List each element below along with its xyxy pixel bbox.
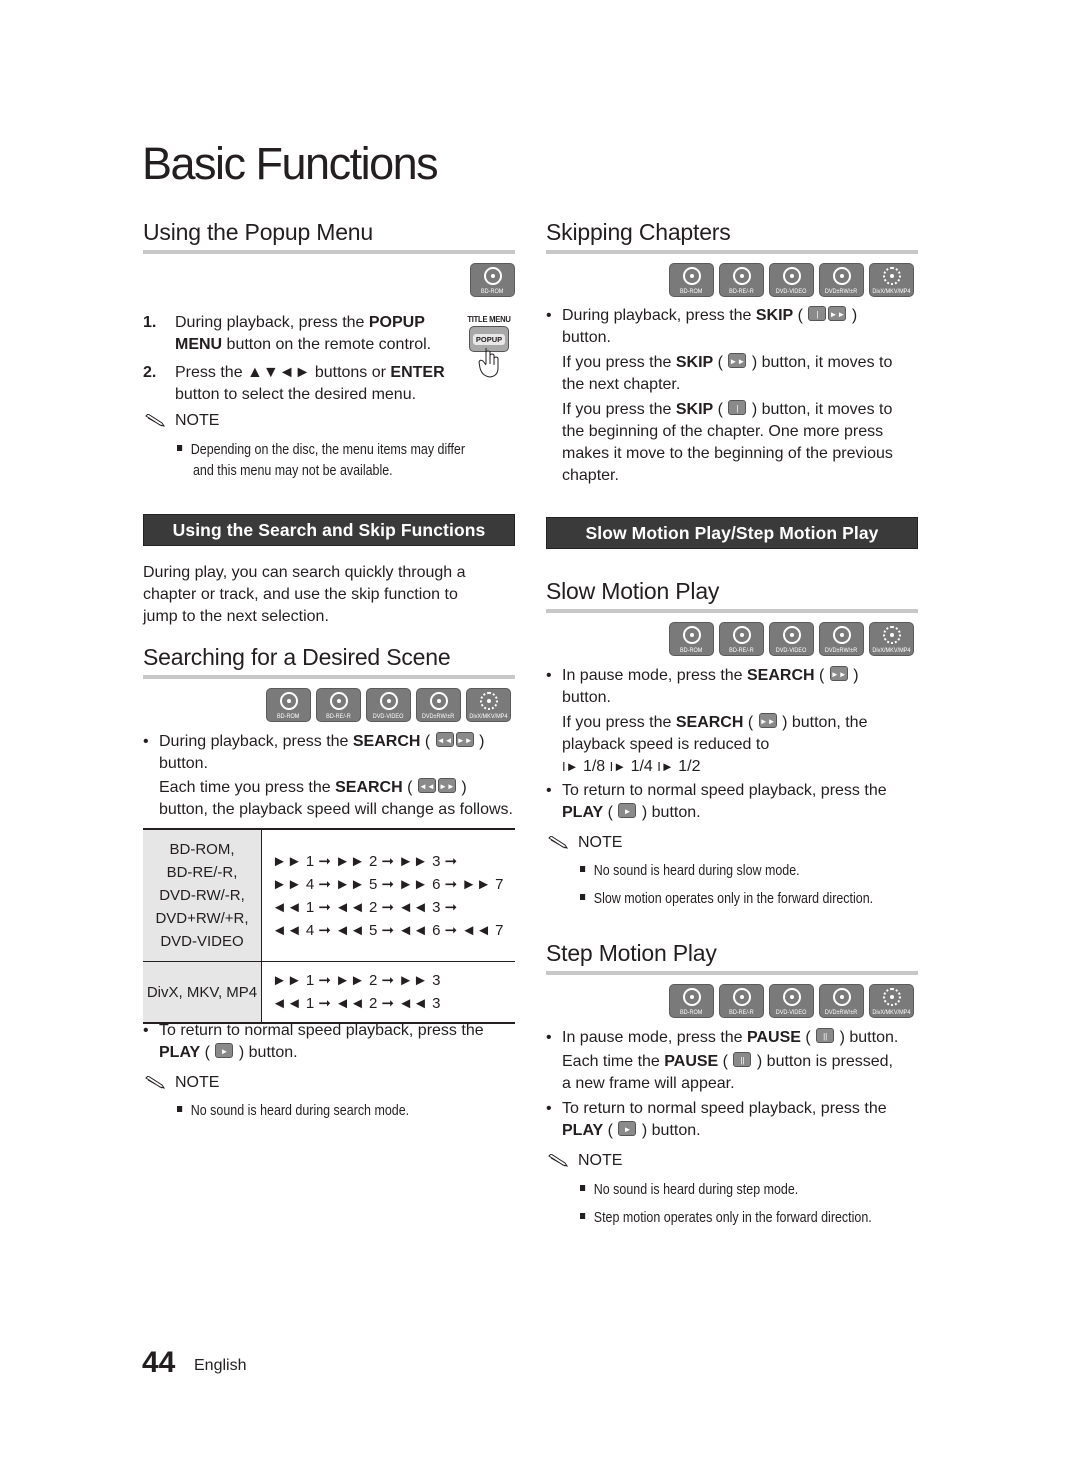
step-icon: I► [657,759,674,774]
pencil-note-icon [548,1154,569,1167]
bd-re-disc-icon: BD-RE/-R [719,984,764,1018]
note-header: NOTE [548,1152,622,1170]
step-icon: I► [609,759,627,774]
note-item: Depending on the disc, the menu items ma… [177,440,465,461]
dvd-video-disc-icon: DVD-VIDEO [366,688,411,722]
fast-forward-icon: ►► [829,666,848,682]
skip-forward-icon: ►►| [728,353,747,369]
bd-re-disc-icon: BD-RE/-R [316,688,361,722]
skip-back-icon: |◄◄ [728,400,747,428]
title-menu-label: TITLE MENU [467,314,511,324]
play-icon: ► [618,803,637,819]
format-cell: DivX, MKV, MP4 [143,961,262,1024]
dvd-rw-disc-icon: DVD±RW/±R [819,622,864,656]
search-bullet-2: • To return to normal speed playback, pr… [143,1022,484,1061]
disc-icons: BD-ROM BD-RE/-R DVD-VIDEO DVD±RW/±R DivX… [669,984,914,1018]
disc-icons: BD-ROM BD-RE/-R DVD-VIDEO DVD±RW/±R DivX… [266,688,511,722]
disc-icons: BD-ROM [470,263,515,297]
format-cell: BD-ROM, BD-RE/-R, DVD-RW/-R, DVD+RW/+R, … [143,828,262,962]
pencil-note-icon [548,836,569,849]
search-speed-table: BD-ROM, BD-RE/-R, DVD-RW/-R, DVD+RW/+R, … [143,828,515,1024]
note-header: NOTE [548,834,622,852]
slow-note-list: No sound is heard during slow mode. Slow… [580,861,921,910]
slow-bullet-1: • In pause mode, press the SEARCH ( ►► )… [546,666,868,775]
bd-rom-disc-icon: BD-ROM [669,984,714,1018]
section-rule [546,971,918,975]
step-bullet-1: • In pause mode, press the PAUSE ( || ) … [546,1028,899,1092]
search-skip-intro: During play, you can search quickly thro… [143,564,466,625]
note-item: Step motion operates only in the forward… [580,1208,872,1229]
popup-note-list: Depending on the disc, the menu items ma… [177,440,512,482]
note-header: NOTE [145,1074,219,1092]
section-rule [546,609,918,613]
pause-icon: || [816,1028,835,1044]
bd-rom-disc-icon: BD-ROM [669,622,714,656]
search-note-list: No sound is heard during search mode. [177,1101,447,1122]
skipping-heading: Skipping Chapters [546,219,731,245]
note-item: No sound is heard during slow mode. [580,861,873,882]
step-icon: I► [562,759,579,774]
skip-bullet-1: • During playback, press the SKIP ( |◄◄►… [546,306,893,484]
play-icon: ► [215,1043,234,1059]
skip-forward-icon: ►►| [828,306,847,322]
step-motion-heading: Step Motion Play [546,940,717,966]
popup-step-1: 1. During playback, press the POPUP MENU… [143,314,432,353]
section-rule [143,675,515,679]
bd-rom-disc-icon: BD-ROM [266,688,311,722]
divx-film-icon: DivX/MKV/MP4 [869,263,914,297]
search-bullet-1: • During playback, press the SEARCH ( ◄◄… [143,732,513,818]
pencil-note-icon [145,1076,166,1089]
bd-rom-disc-icon: BD-ROM [669,263,714,297]
rewind-icon: ◄◄ [417,778,436,794]
dvd-video-disc-icon: DVD-VIDEO [769,622,814,656]
speed-cell: ►► 1 ➞ ►► 2 ➞ ►► 3 ◄◄ 1 ➞ ◄◄ 2 ➞ ◄◄ 3 [261,961,515,1024]
table-row: DivX, MKV, MP4 ►► 1 ➞ ►► 2 ➞ ►► 3 ◄◄ 1 ➞… [143,961,515,1024]
section-rule [143,250,515,254]
skip-back-icon: |◄◄ [808,306,827,334]
speed-cell: ►► 1 ➞ ►► 2 ➞ ►► 3 ➞ ►► 4 ➞ ►► 5 ➞ ►► 6 … [261,828,515,962]
hand-pointer-icon [478,348,499,378]
bd-rom-disc-icon: BD-ROM [470,263,515,297]
slow-motion-heading: Slow Motion Play [546,578,720,604]
dvd-rw-disc-icon: DVD±RW/±R [819,263,864,297]
remote-popup-illustration: TITLE MENU POPUP [461,314,517,378]
step-bullet-2: • To return to normal speed playback, pr… [546,1100,887,1139]
note-item: No sound is heard during search mode. [177,1101,409,1122]
play-icon: ► [618,1121,637,1137]
slow-speed-sequence: I► 1/8 I► 1/4 I► 1/2 [562,758,701,775]
dvd-rw-disc-icon: DVD±RW/±R [819,984,864,1018]
fast-forward-icon: ►► [437,778,456,794]
disc-icons: BD-ROM BD-RE/-R DVD-VIDEO DVD±RW/±R DivX… [669,263,914,297]
note-item: No sound is heard during step mode. [580,1180,872,1201]
step-note-list: No sound is heard during step mode. Step… [580,1180,919,1229]
note-item: Slow motion operates only in the forward… [580,889,873,910]
section-rule [546,250,918,254]
rewind-icon: ◄◄ [435,732,454,748]
slow-step-banner: Slow Motion Play/Step Motion Play [546,517,918,549]
fast-forward-icon: ►► [758,713,777,729]
popup-menu-heading: Using the Popup Menu [143,219,373,245]
fast-forward-icon: ►► [455,732,474,748]
popup-step-2: 2. Press the ▲▼◄► buttons or ENTER butto… [143,364,445,403]
searching-heading: Searching for a Desired Scene [143,644,451,670]
pencil-note-icon [145,414,166,427]
search-skip-banner: Using the Search and Skip Functions [143,514,515,546]
note-item-continued: and this menu may not be available. [193,463,393,479]
divx-film-icon: DivX/MKV/MP4 [869,984,914,1018]
divx-film-icon: DivX/MKV/MP4 [869,622,914,656]
page-language: English [194,1357,247,1374]
dvd-video-disc-icon: DVD-VIDEO [769,263,814,297]
page-number: 44 [142,1346,176,1379]
dvd-video-disc-icon: DVD-VIDEO [769,984,814,1018]
pause-icon: || [733,1052,752,1068]
dvd-rw-disc-icon: DVD±RW/±R [416,688,461,722]
disc-icons: BD-ROM BD-RE/-R DVD-VIDEO DVD±RW/±R DivX… [669,622,914,656]
note-header: NOTE [145,412,219,430]
table-row: BD-ROM, BD-RE/-R, DVD-RW/-R, DVD+RW/+R, … [143,828,515,962]
slow-bullet-2: • To return to normal speed playback, pr… [546,782,887,821]
page-title: Basic Functions [142,138,439,189]
divx-film-icon: DivX/MKV/MP4 [466,688,511,722]
bd-re-disc-icon: BD-RE/-R [719,263,764,297]
bd-re-disc-icon: BD-RE/-R [719,622,764,656]
